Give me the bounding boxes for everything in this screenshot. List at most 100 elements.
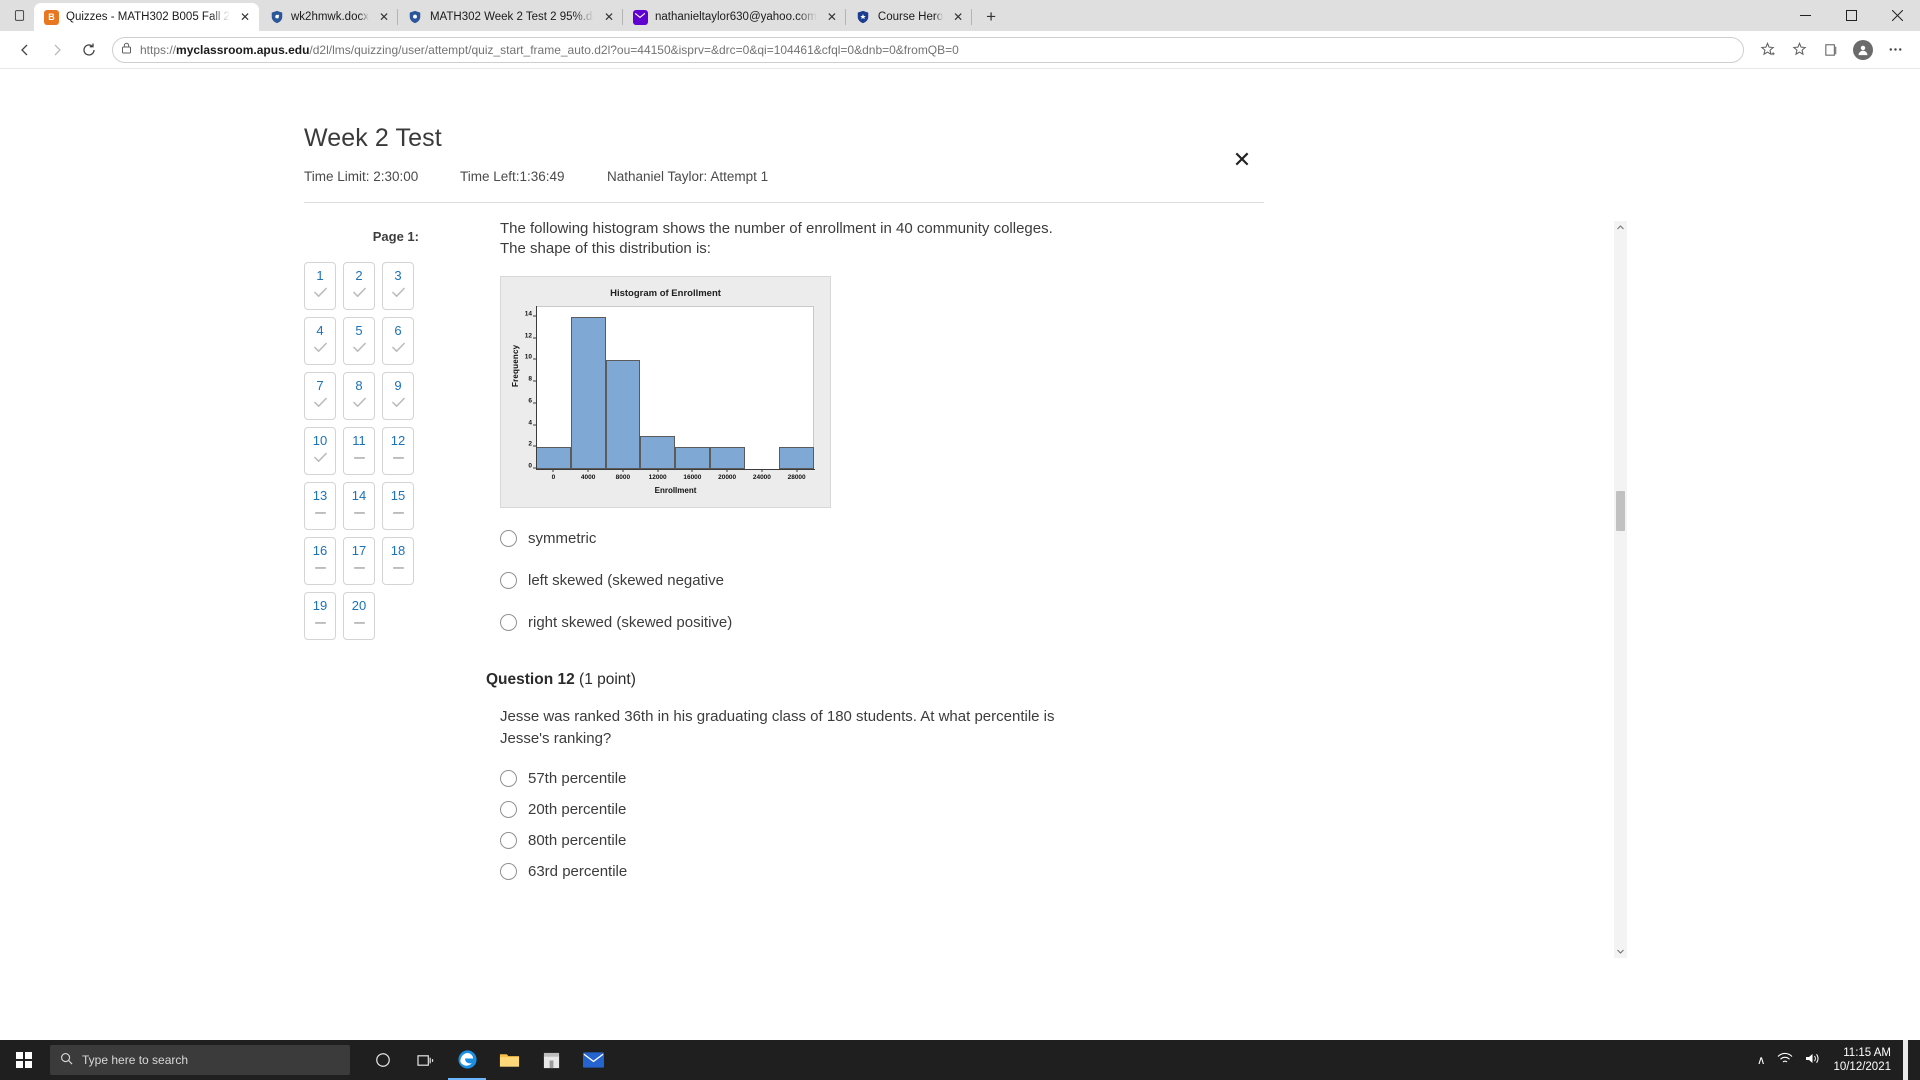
question-nav-number: 5 <box>355 323 363 338</box>
task-view-icon[interactable] <box>406 1040 444 1080</box>
radio-button[interactable] <box>500 863 517 880</box>
reload-icon[interactable] <box>74 36 104 64</box>
close-icon[interactable]: ✕ <box>1229 147 1255 173</box>
new-tab-button[interactable]: + <box>977 3 1005 31</box>
mail-icon[interactable] <box>574 1040 612 1080</box>
browser-tab[interactable]: wk2hmwk.docx ✕ <box>259 3 398 31</box>
question-nav-item-3[interactable]: 3 <box>382 262 414 310</box>
question-11-option-2[interactable]: left skewed (skewed negative <box>500 572 1256 589</box>
close-icon[interactable]: ✕ <box>950 9 966 25</box>
question-12-option-4[interactable]: 63rd percentile <box>500 863 1256 880</box>
header-divider <box>304 202 1264 203</box>
option-label: symmetric <box>528 530 597 547</box>
question-nav-item-5[interactable]: 5 <box>343 317 375 365</box>
notification-center-icon[interactable] <box>1903 1040 1908 1080</box>
question-nav-item-11[interactable]: 11 <box>343 427 375 475</box>
scrollbar-thumb[interactable] <box>1616 491 1625 531</box>
question-nav-item-4[interactable]: 4 <box>304 317 336 365</box>
browser-tab[interactable]: Course Hero ✕ <box>845 3 973 31</box>
question-nav-item-6[interactable]: 6 <box>382 317 414 365</box>
question-nav-number: 20 <box>351 598 367 613</box>
question-nav-number: 14 <box>351 488 367 503</box>
question-nav-item-2[interactable]: 2 <box>343 262 375 310</box>
tray-chevron-icon[interactable]: ∧ <box>1757 1053 1765 1067</box>
page-scrollbar[interactable] <box>1614 221 1627 958</box>
question-nav-item-17[interactable]: 17 <box>343 537 375 585</box>
windows-start-icon[interactable] <box>0 1040 48 1080</box>
question-nav-number: 1 <box>316 268 324 283</box>
back-icon[interactable] <box>10 36 40 64</box>
question-nav-item-14[interactable]: 14 <box>343 482 375 530</box>
system-tray: ∧ 11:15 AM 10/12/2021 <box>1757 1040 1920 1080</box>
volume-icon[interactable] <box>1805 1052 1821 1068</box>
question-11-option-1[interactable]: symmetric <box>500 530 1256 547</box>
coursehero-icon <box>856 10 871 25</box>
collections-icon[interactable] <box>1816 36 1846 64</box>
question-nav-number: 4 <box>316 323 324 338</box>
minimize-button[interactable] <box>1782 0 1828 31</box>
taskbar-apps <box>364 1040 612 1080</box>
network-icon[interactable] <box>1777 1052 1793 1068</box>
question-nav-item-18[interactable]: 18 <box>382 537 414 585</box>
tab-search-icon[interactable] <box>4 0 34 31</box>
radio-button[interactable] <box>500 801 517 818</box>
scroll-down-icon[interactable] <box>1614 945 1627 958</box>
close-icon[interactable]: ✕ <box>376 9 392 25</box>
more-settings-icon[interactable] <box>1880 36 1910 64</box>
time-left-text: Time Left:1:36:49 <box>460 169 565 184</box>
histogram-bar <box>605 360 641 469</box>
forward-icon[interactable] <box>42 36 72 64</box>
question-nav-item-10[interactable]: 10 <box>304 427 336 475</box>
profile-icon[interactable] <box>1848 36 1878 64</box>
file-explorer-icon[interactable] <box>490 1040 528 1080</box>
close-icon[interactable]: ✕ <box>237 9 253 25</box>
close-icon[interactable]: ✕ <box>824 9 840 25</box>
question-nav-item-19[interactable]: 19 <box>304 592 336 640</box>
question-12-option-1[interactable]: 57th percentile <box>500 770 1256 787</box>
radio-button[interactable] <box>500 530 517 547</box>
question-nav-item-8[interactable]: 8 <box>343 372 375 420</box>
scroll-up-icon[interactable] <box>1614 221 1627 234</box>
unanswered-dash-icon <box>392 562 405 573</box>
radio-button[interactable] <box>500 614 517 631</box>
question-12-option-2[interactable]: 20th percentile <box>500 801 1256 818</box>
browser-tab[interactable]: nathanieltaylor630@yahoo.com ✕ <box>622 3 846 31</box>
question-nav-item-7[interactable]: 7 <box>304 372 336 420</box>
browser-tab[interactable]: MATH302 Week 2 Test 2 95%.do ✕ <box>397 3 623 31</box>
question-nav-item-13[interactable]: 13 <box>304 482 336 530</box>
answered-check-icon <box>313 287 327 298</box>
close-window-button[interactable] <box>1874 0 1920 31</box>
question-nav-item-20[interactable]: 20 <box>343 592 375 640</box>
question-nav-item-1[interactable]: 1 <box>304 262 336 310</box>
address-bar[interactable]: https://myclassroom.apus.edu/d2l/lms/qui… <box>112 36 1744 63</box>
maximize-button[interactable] <box>1828 0 1874 31</box>
question-nav-item-15[interactable]: 15 <box>382 482 414 530</box>
question-nav-number: 9 <box>394 378 402 393</box>
question-nav-item-12[interactable]: 12 <box>382 427 414 475</box>
favorites-add-icon[interactable] <box>1752 36 1782 64</box>
url-text: https://myclassroom.apus.edu/d2l/lms/qui… <box>140 42 959 57</box>
question-nav-item-16[interactable]: 16 <box>304 537 336 585</box>
mail-icon <box>632 9 648 25</box>
radio-button[interactable] <box>500 770 517 787</box>
quiz-content: The following histogram shows the number… <box>486 219 1256 894</box>
search-input[interactable]: Type here to search <box>50 1045 350 1075</box>
clock[interactable]: 11:15 AM 10/12/2021 <box>1833 1046 1891 1074</box>
store-icon[interactable] <box>532 1040 570 1080</box>
question-11-option-3[interactable]: right skewed (skewed positive) <box>500 614 1256 631</box>
browser-toolbar: https://myclassroom.apus.edu/d2l/lms/qui… <box>0 31 1920 69</box>
close-icon[interactable]: ✕ <box>601 9 617 25</box>
answered-check-icon <box>352 287 366 298</box>
radio-button[interactable] <box>500 832 517 849</box>
favorites-icon[interactable] <box>1784 36 1814 64</box>
question-11-prompt-line1: The following histogram shows the number… <box>500 220 1053 237</box>
browser-tab[interactable]: B Quizzes - MATH302 B005 Fall 20 ✕ <box>34 3 259 31</box>
radio-button[interactable] <box>500 572 517 589</box>
question-nav-item-9[interactable]: 9 <box>382 372 414 420</box>
cortana-circle-icon[interactable] <box>364 1040 402 1080</box>
question-12-prompt-line2: Jesse's ranking? <box>500 730 612 747</box>
question-nav-number: 8 <box>355 378 363 393</box>
edge-icon[interactable] <box>448 1040 486 1080</box>
question-12-option-3[interactable]: 80th percentile <box>500 832 1256 849</box>
unanswered-dash-icon <box>314 617 327 628</box>
